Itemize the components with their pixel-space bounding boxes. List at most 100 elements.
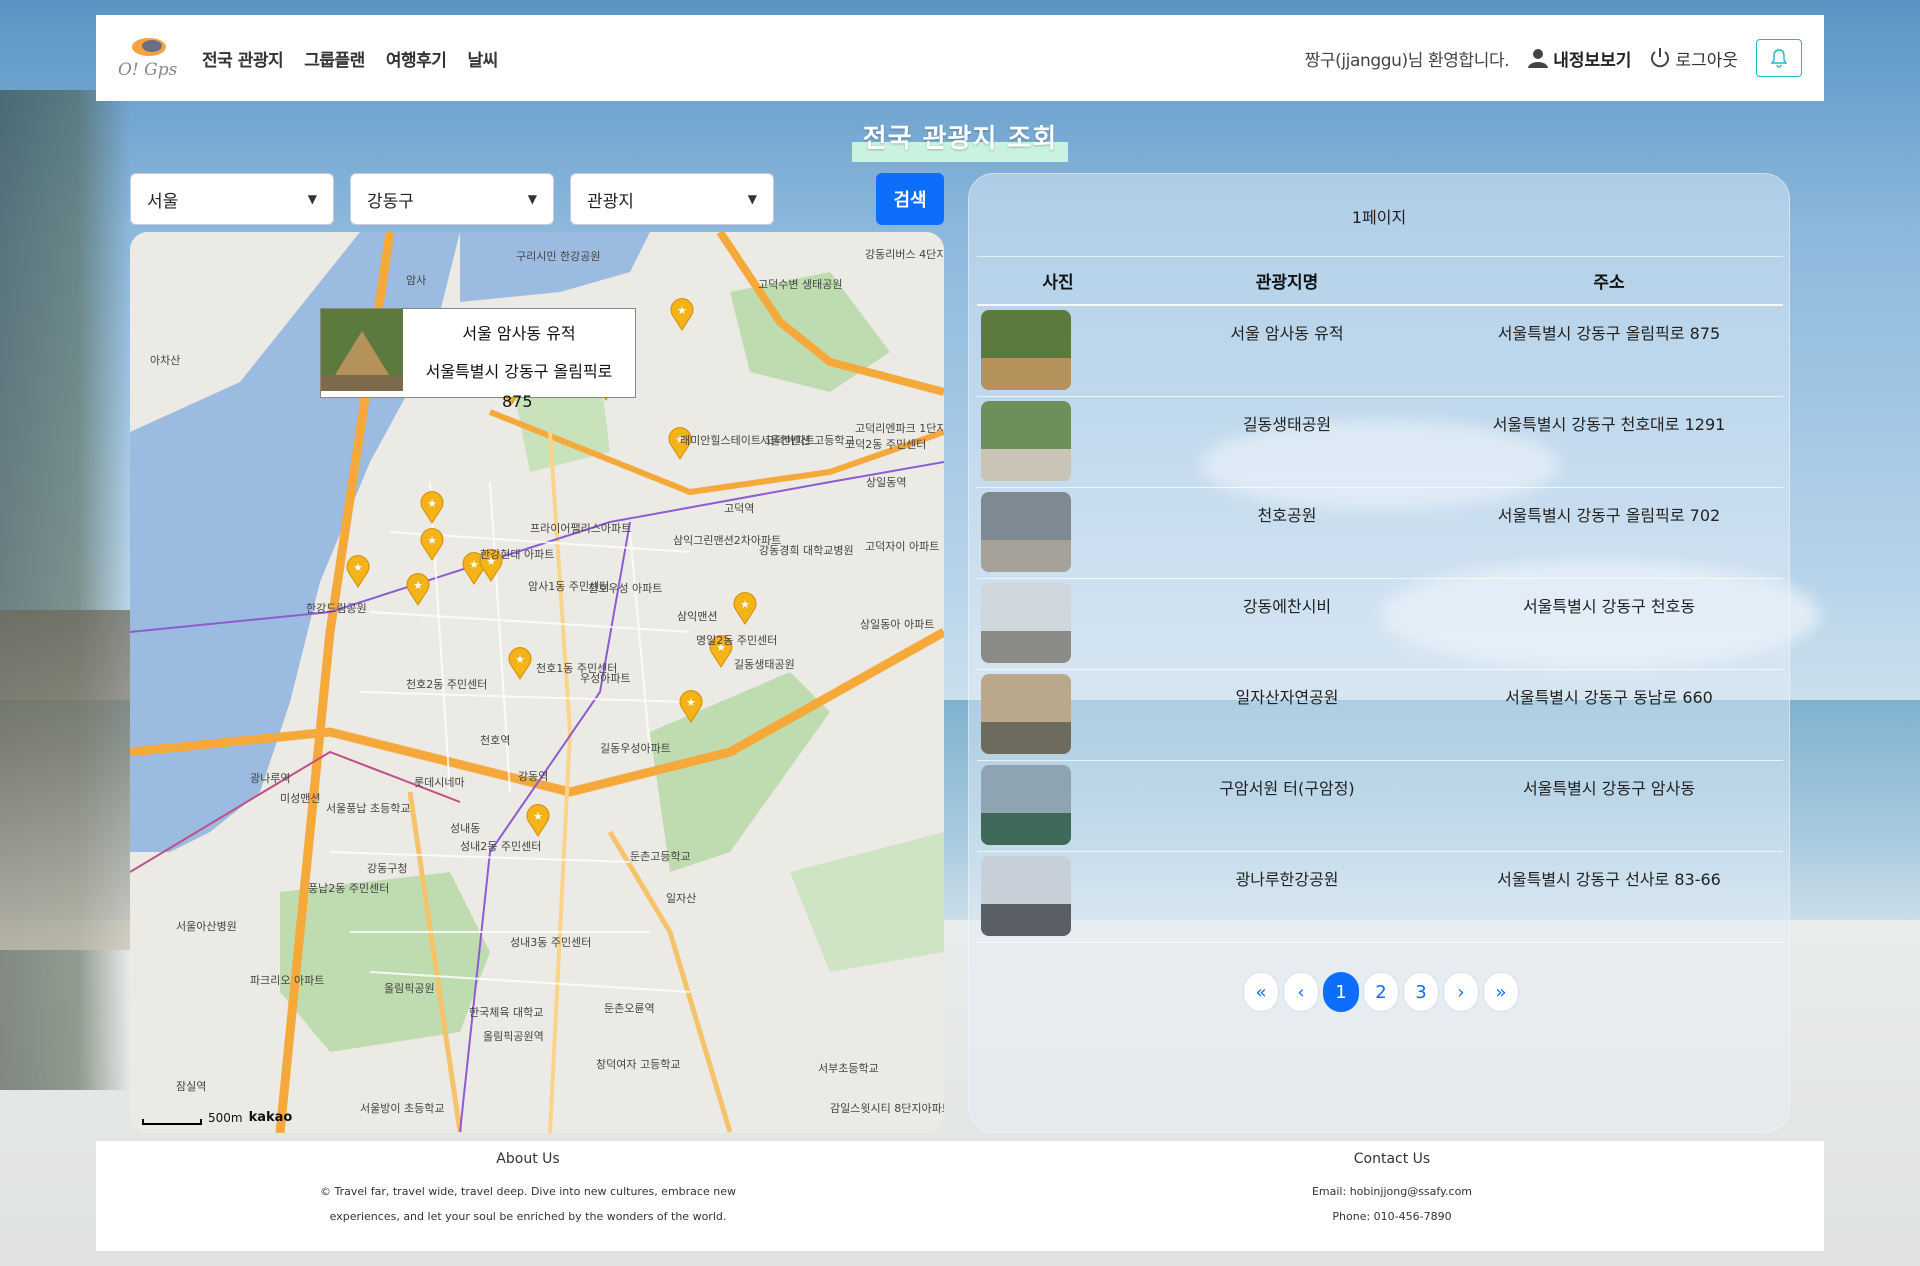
table-row[interactable]: 구암서원 터(구암정) 서울특별시 강동구 암사동 — [977, 761, 1783, 852]
map-place-label: 삼익맨션 — [677, 610, 717, 623]
map-place-label: 서울풍납 초등학교 — [326, 802, 410, 815]
page-prev-button[interactable]: ‹ — [1283, 972, 1319, 1012]
logout-label: 로그아웃 — [1675, 50, 1738, 71]
footer-email: Email: hobinjjong@ssafy.com — [1311, 1185, 1473, 1198]
category-select[interactable]: 관광지 ▼ — [570, 173, 774, 225]
footer-about-text-1: © Travel far, travel wide, travel deep. … — [320, 1185, 736, 1198]
attraction-name[interactable]: 구암서원 터(구암정) — [1139, 761, 1435, 799]
map-place-label: 강동구청 — [367, 862, 407, 875]
page-button-3[interactable]: 3 — [1403, 972, 1439, 1012]
table-header: 사진 관광지명 주소 — [977, 256, 1783, 306]
row-photo-cell — [977, 397, 1139, 481]
footer: About Us © Travel far, travel wide, trav… — [96, 1141, 1824, 1251]
attraction-address: 서울특별시 강동구 동남로 660 — [1505, 688, 1713, 707]
map-info-window[interactable]: 서울 암사동 유적 서울특별시 강동구 올림픽로 — [320, 308, 636, 398]
table-row[interactable]: 광나루한강공원 서울특별시 강동구 선사로 83-66 — [977, 852, 1783, 943]
attraction-name[interactable]: 서울 암사동 유적 — [1139, 306, 1435, 344]
svg-text:★: ★ — [686, 696, 696, 709]
table-row[interactable]: 천호공원 서울특별시 강동구 올림픽로 702 — [977, 488, 1783, 579]
map-place-label: 서울방이 초등학교 — [360, 1102, 444, 1115]
table-row[interactable]: 서울 암사동 유적 서울특별시 강동구 올림픽로 875 — [977, 306, 1783, 397]
svg-text:★: ★ — [469, 558, 479, 571]
mypage-link[interactable]: 내정보보기 — [1527, 46, 1631, 71]
map-place-label: 우성아파트 — [580, 672, 631, 685]
notification-button[interactable] — [1756, 39, 1802, 77]
attraction-photo[interactable] — [981, 310, 1071, 390]
chevron-down-icon: ▼ — [307, 192, 317, 206]
scale-label: 500m — [208, 1111, 243, 1125]
map-place-label: 올림픽공원 — [384, 982, 435, 995]
table-row[interactable]: 일자산자연공원 서울특별시 강동구 동남로 660 — [977, 670, 1783, 761]
column-header-name: 관광지명 — [1255, 273, 1319, 293]
attraction-name[interactable]: 길동생태공원 — [1139, 397, 1435, 435]
map-place-label: 성내동 — [450, 822, 480, 835]
map-place-label: 풍납2동 주민센터 — [308, 882, 389, 895]
page-next-button[interactable]: › — [1443, 972, 1479, 1012]
svg-text:★: ★ — [427, 534, 437, 547]
attraction-photo[interactable] — [981, 492, 1071, 572]
map-place-label: 천호우성 아파트 — [588, 581, 662, 595]
region-select-value: 서울 — [147, 191, 179, 212]
attraction-name[interactable]: 일자산자연공원 — [1139, 670, 1435, 708]
map-place-label: 고덕역 — [724, 502, 754, 515]
region-select[interactable]: 서울 ▼ — [130, 173, 334, 225]
map-place-label: 암사 — [406, 274, 426, 287]
kakao-logo: kakao — [248, 1110, 293, 1125]
svg-text:★: ★ — [677, 304, 687, 317]
site-logo[interactable]: O! Gps — [118, 32, 182, 84]
map-place-label: 구리시민 한강공원 — [516, 250, 600, 263]
map-place-label: 올림픽공원역 — [483, 1030, 544, 1043]
power-icon — [1651, 48, 1670, 68]
info-window-photo — [321, 309, 411, 394]
map-place-label: 롯데시네마 — [414, 776, 465, 789]
map-place-label: 천호역 — [480, 733, 510, 747]
page-button-1[interactable]: 1 — [1323, 972, 1359, 1012]
info-window-address: 서울특별시 강동구 올림픽로 — [425, 362, 613, 381]
attraction-address: 서울특별시 강동구 암사동 — [1522, 779, 1696, 798]
attraction-list-panel: 1페이지 사진 관광지명 주소 서울 암사동 유적 서울특별시 강동구 올림픽로 … — [968, 173, 1790, 1133]
map-place-label: 미성맨션 — [280, 792, 320, 805]
category-select-value: 관광지 — [587, 191, 634, 212]
map-place-label: 명일2동 주민센터 — [696, 633, 777, 647]
nav-weather[interactable]: 날씨 — [468, 51, 499, 71]
map-place-label: 광나루역 — [250, 772, 290, 785]
svg-text:★: ★ — [740, 598, 750, 611]
main-nav: 전국 관광지 그룹플랜 여행후기 날씨 — [202, 46, 514, 71]
info-window-name: 서울 암사동 유적 — [462, 324, 576, 343]
attraction-photo[interactable] — [981, 856, 1071, 936]
page-last-button[interactable]: » — [1483, 972, 1519, 1012]
map-place-label: 강동경희 대학교병원 — [759, 544, 854, 557]
attraction-name[interactable]: 강동에찬시비 — [1139, 579, 1435, 617]
attraction-photo[interactable] — [981, 583, 1071, 663]
nav-reviews[interactable]: 여행후기 — [386, 51, 447, 71]
page-first-button[interactable]: « — [1243, 972, 1279, 1012]
attraction-address: 서울특별시 강동구 올림픽로 702 — [1497, 506, 1721, 525]
table-row[interactable]: 강동에찬시비 서울특별시 강동구 천호동 — [977, 579, 1783, 670]
map-place-label: 둔촌고등학교 — [630, 850, 691, 863]
attraction-photo[interactable] — [981, 765, 1071, 845]
logout-link[interactable]: 로그아웃 — [1649, 46, 1738, 71]
district-select[interactable]: 강동구 ▼ — [350, 173, 554, 225]
attraction-address: 서울특별시 강동구 천호대로 1291 — [1492, 415, 1726, 434]
map-place-label: 아차산 — [150, 354, 180, 367]
chevron-down-icon: ▼ — [747, 192, 757, 206]
nav-group-plan[interactable]: 그룹플랜 — [304, 51, 365, 71]
search-button[interactable]: 검색 — [876, 173, 944, 225]
attraction-name[interactable]: 광나루한강공원 — [1139, 852, 1435, 890]
page-button-2[interactable]: 2 — [1363, 972, 1399, 1012]
map-place-label: 한국체육 대학교 — [469, 1006, 543, 1019]
attraction-name[interactable]: 천호공원 — [1139, 488, 1435, 526]
footer-about-text-2: experiences, and let your soul be enrich… — [329, 1210, 727, 1223]
attraction-photo[interactable] — [981, 674, 1071, 754]
nav-attractions[interactable]: 전국 관광지 — [202, 51, 284, 71]
map-place-label: 잠실역 — [176, 1080, 206, 1093]
page-title: 전국 관광지 조회 — [852, 118, 1068, 162]
column-header-address: 주소 — [1593, 273, 1625, 293]
kakao-map[interactable]: ★★★★★★★★★★★★★★★ 아차산구리시민 한강공원암사고덕수변 생태공원강… — [130, 232, 944, 1133]
district-select-value: 강동구 — [367, 191, 414, 212]
row-photo-cell — [977, 306, 1139, 390]
table-row[interactable]: 길동생태공원 서울특별시 강동구 천호대로 1291 — [977, 397, 1783, 488]
attraction-photo[interactable] — [981, 401, 1071, 481]
map-place-label: 고덕리엔파크 1단지아파트 — [855, 422, 944, 435]
map-place-label: 파크리오 아파트 — [250, 974, 324, 987]
